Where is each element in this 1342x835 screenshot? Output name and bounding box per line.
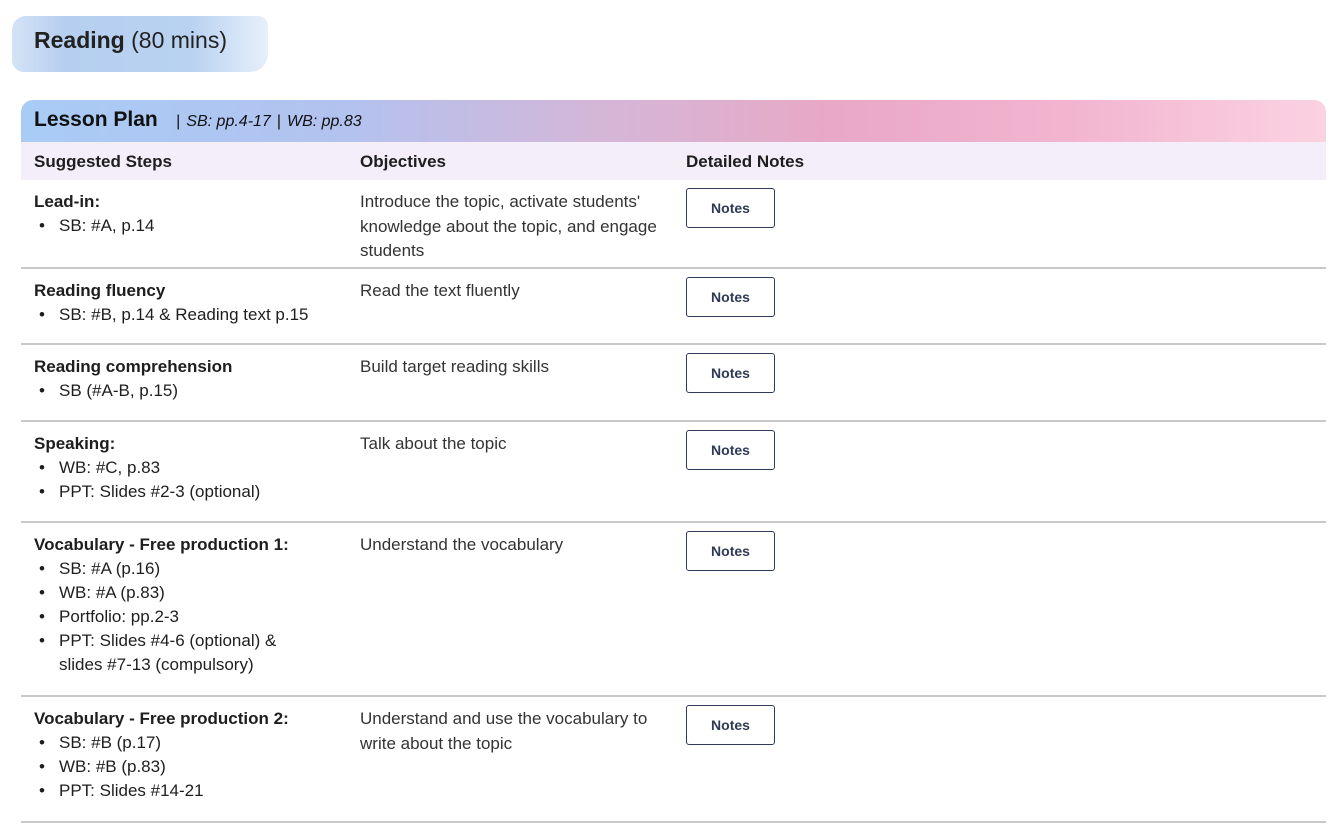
objective-text: Talk about the topic [360, 434, 507, 453]
suggested-steps-cell: Reading comprehension SB (#A-B, p.15) [34, 355, 344, 403]
objective-text: Read the text fluently [360, 281, 520, 300]
step-list-item: PPT: Slides #14-21 [34, 779, 344, 803]
step-list: SB (#A-B, p.15) [34, 379, 344, 403]
column-header-notes: Detailed Notes [686, 152, 805, 171]
lesson-plan-header: Lesson Plan | SB: pp.4-17 | WB: pp.83 [21, 100, 1326, 142]
column-header-objectives: Objectives [360, 152, 446, 171]
step-title: Vocabulary - Free production 2: [34, 709, 289, 728]
notes-button[interactable]: Notes [686, 430, 775, 470]
table-header: Suggested Steps Objectives Detailed Note… [21, 142, 1326, 180]
step-list-item: SB: #B, p.14 & Reading text p.15 [34, 303, 344, 327]
sb-pages: SB: pp.4-17 [186, 113, 271, 130]
table-row: Reading fluency SB: #B, p.14 & Reading t… [21, 269, 1326, 345]
lesson-plan-title: Lesson Plan [34, 108, 158, 131]
step-list: SB: #A, p.14 [34, 214, 344, 238]
step-title: Reading comprehension [34, 357, 233, 376]
separator: | [276, 113, 281, 130]
step-list-item: WB: #C, p.83 [34, 456, 344, 480]
separator: | [176, 113, 181, 130]
notes-button[interactable]: Notes [686, 277, 775, 317]
section-title: Reading (80 mins) [12, 16, 268, 72]
suggested-steps-cell: Vocabulary - Free production 1: SB: #A (… [34, 533, 344, 677]
step-title: Lead-in: [34, 192, 101, 211]
notes-button[interactable]: Notes [686, 531, 775, 571]
step-list: WB: #C, p.83 PPT: Slides #2-3 (optional) [34, 456, 344, 504]
step-list: SB: #A (p.16) WB: #A (p.83) Portfolio: p… [34, 557, 344, 677]
table-row: Speaking: WB: #C, p.83 PPT: Slides #2-3 … [21, 422, 1326, 523]
step-title: Reading fluency [34, 281, 166, 300]
section-title-name: Reading [34, 27, 125, 53]
section-title-duration: (80 mins) [124, 27, 227, 53]
step-list-item: SB: #A (p.16) [34, 557, 344, 581]
table-row: Reading comprehension SB (#A-B, p.15) Bu… [21, 345, 1326, 422]
suggested-steps-cell: Speaking: WB: #C, p.83 PPT: Slides #2-3 … [34, 432, 344, 504]
table-row: Vocabulary - Free production 1: SB: #A (… [21, 523, 1326, 697]
objective-text: Introduce the topic, activate students' … [360, 192, 657, 260]
step-list-item: PPT: Slides #4-6 (optional) & slides #7-… [34, 629, 304, 677]
step-list-item: Portfolio: pp.2-3 [34, 605, 344, 629]
suggested-steps-cell: Lead-in: SB: #A, p.14 [34, 190, 344, 238]
column-header-steps: Suggested Steps [34, 152, 172, 171]
notes-button[interactable]: Notes [686, 353, 775, 393]
step-list-item: SB: #A, p.14 [34, 214, 344, 238]
step-title: Vocabulary - Free production 1: [34, 535, 289, 554]
suggested-steps-cell: Reading fluency SB: #B, p.14 & Reading t… [34, 279, 344, 327]
step-list-item: SB: #B (p.17) [34, 731, 344, 755]
step-list: SB: #B (p.17) WB: #B (p.83) PPT: Slides … [34, 731, 344, 803]
step-list: SB: #B, p.14 & Reading text p.15 [34, 303, 344, 327]
objective-text: Understand and use the vocabulary to wri… [360, 709, 648, 753]
step-list-item: PPT: Slides #2-3 (optional) [34, 480, 344, 504]
table-row: Vocabulary - Free production 2: SB: #B (… [21, 697, 1326, 823]
objective-text: Build target reading skills [360, 357, 549, 376]
suggested-steps-cell: Vocabulary - Free production 2: SB: #B (… [34, 707, 344, 803]
table-row: Lead-in: SB: #A, p.14 Introduce the topi… [21, 180, 1326, 269]
step-list-item: WB: #B (p.83) [34, 755, 344, 779]
step-list-item: SB (#A-B, p.15) [34, 379, 344, 403]
step-list-item: WB: #A (p.83) [34, 581, 344, 605]
objective-text: Understand the vocabulary [360, 535, 564, 554]
notes-button[interactable]: Notes [686, 705, 775, 745]
wb-pages: WB: pp.83 [286, 113, 362, 130]
lesson-plan-references: | SB: pp.4-17 | WB: pp.83 [170, 113, 362, 130]
notes-button[interactable]: Notes [686, 188, 775, 228]
step-title: Speaking: [34, 434, 116, 453]
